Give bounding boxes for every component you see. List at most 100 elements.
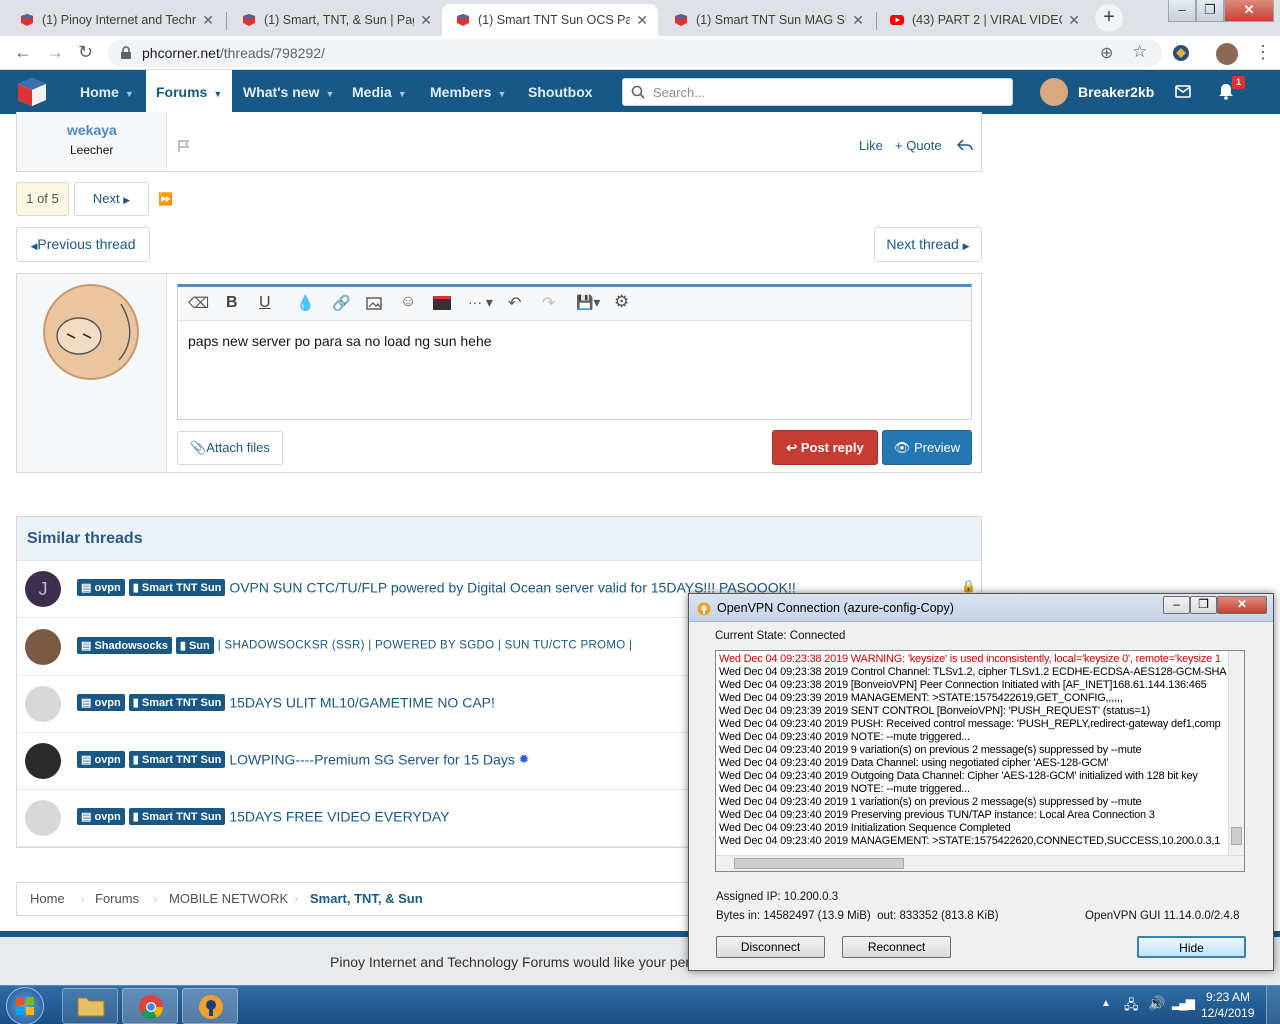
breadcrumb-mobile-network[interactable]: MOBILE NETWORK [169, 882, 288, 916]
reply-textarea[interactable]: paps new server po para sa no load ng su… [188, 333, 492, 349]
maximize-window-button[interactable]: ❐ [1190, 596, 1217, 614]
minimize-window-button[interactable]: – [1168, 0, 1196, 22]
nav-media[interactable]: Media ▼ [352, 70, 407, 114]
breadcrumb-home[interactable]: Home [30, 882, 65, 916]
disconnect-button[interactable]: Disconnect [716, 936, 825, 958]
attach-files-button[interactable]: 📎Attach files [177, 431, 283, 465]
preview-button[interactable]: 👁 Preview [882, 430, 972, 465]
search-input[interactable]: Search... [622, 78, 1013, 106]
clock-date[interactable]: 12/4/2019 [1201, 1006, 1254, 1020]
breadcrumb-current[interactable]: Smart, TNT, & Sun [310, 882, 423, 916]
thread-prefix-label[interactable]: ▮ Smart TNT Sun [128, 751, 226, 769]
add-icon[interactable]: ⊕ [1100, 43, 1113, 63]
close-tab-icon[interactable]: ✕ [852, 12, 864, 29]
close-window-button[interactable]: ✕ [1224, 0, 1274, 22]
hide-button[interactable]: Hide [1137, 936, 1246, 958]
bold-icon[interactable]: B [226, 294, 238, 312]
back-icon[interactable]: ← [14, 42, 32, 63]
show-desktop-button[interactable] [1266, 986, 1280, 1024]
volume-icon[interactable]: 🔊 [1148, 995, 1165, 1012]
close-window-button[interactable]: ✕ [1217, 596, 1267, 614]
maximize-window-button[interactable]: ❐ [1196, 0, 1224, 22]
openvpn-log[interactable]: Wed Dec 04 09:23:38 2019 WARNING: 'keysi… [715, 650, 1245, 872]
taskbar-openvpn[interactable] [182, 988, 238, 1024]
image-icon[interactable] [366, 297, 382, 310]
close-tab-icon[interactable]: ✕ [636, 12, 648, 29]
quote-link[interactable]: + Quote [895, 138, 942, 153]
thread-prefix-label[interactable]: ▮ Sun [175, 637, 214, 655]
report-flag-icon[interactable] [177, 139, 191, 153]
browser-tab[interactable]: (43) PART 2 | VIRAL VIDEO N ✕ [876, 4, 1090, 36]
thread-prefix-label[interactable]: ▮ Smart TNT Sun [128, 579, 226, 597]
next-thread-button[interactable]: Next thread ▶ [874, 227, 982, 262]
close-tab-icon[interactable]: ✕ [420, 12, 432, 29]
network-icon[interactable]: 🖧 [1124, 996, 1139, 1018]
new-tab-button[interactable]: + [1095, 4, 1123, 32]
horizontal-scrollbar[interactable] [716, 855, 1244, 871]
signal-strength-icon[interactable]: ▂▄▆ [1172, 996, 1195, 1010]
user-avatar[interactable] [1040, 78, 1068, 106]
clock-time[interactable]: 9:23 AM [1206, 990, 1250, 1004]
eraser-icon[interactable]: ⌫ [188, 294, 209, 312]
browser-tab[interactable]: (1) Smart TNT Sun MAG SU ✕ [660, 4, 874, 36]
thread-prefix-label[interactable]: ▤ ovpn [77, 579, 125, 597]
thread-title[interactable]: | SHADOWSOCKSR (SSR) | POWERED BY SGDO |… [218, 640, 633, 652]
start-button[interactable] [6, 987, 44, 1024]
more-options-icon[interactable]: ··· ▾ [468, 294, 493, 311]
reconnect-button[interactable]: Reconnect [842, 936, 951, 958]
address-bar[interactable]: phcorner.net/threads/798292/ ⊕ ☆ [108, 39, 1162, 67]
thread-title[interactable]: LOWPING----Premium SG Server for 15 Days [229, 752, 515, 768]
thread-prefix-label[interactable]: ▤ Shadowsocks [77, 637, 172, 655]
close-tab-icon[interactable]: ✕ [1068, 12, 1080, 29]
post-reply-button[interactable]: ↩ Post reply [772, 430, 878, 465]
thread-prefix-label[interactable]: ▤ ovpn [77, 694, 125, 712]
next-page-button[interactable]: Next ▶ [74, 182, 149, 216]
nav-whats-new[interactable]: What's new ▼ [243, 70, 334, 114]
breadcrumb-forums[interactable]: Forums [95, 882, 139, 916]
forward-icon[interactable]: → [46, 42, 64, 63]
save-draft-icon[interactable]: 💾▾ [576, 294, 600, 311]
settings-gear-icon[interactable]: ⚙ [614, 292, 629, 312]
scroll-thumb[interactable] [1231, 827, 1242, 845]
scroll-thumb[interactable] [734, 858, 904, 869]
extension-icon[interactable] [1172, 44, 1190, 62]
link-icon[interactable]: 🔗 [332, 294, 351, 312]
profile-avatar[interactable] [1216, 43, 1238, 65]
reply-arrow-icon[interactable] [957, 138, 973, 152]
nav-members[interactable]: Members ▼ [430, 70, 506, 114]
vertical-scrollbar[interactable] [1228, 651, 1244, 855]
undo-icon[interactable]: ↶ [508, 293, 521, 313]
reload-icon[interactable]: ↻ [78, 42, 93, 63]
thread-title[interactable]: 15DAYS ULIT ML10/GAMETIME NO CAP! [229, 695, 495, 711]
underline-icon[interactable]: U [259, 294, 271, 312]
thread-prefix-label[interactable]: ▮ Smart TNT Sun [128, 808, 226, 826]
nav-home[interactable]: Home ▼ [80, 70, 134, 114]
nav-forums[interactable]: Forums ▼ [146, 70, 233, 114]
last-page-icon[interactable]: ⏩ [158, 192, 173, 206]
minimize-window-button[interactable]: – [1163, 596, 1190, 614]
color-drop-icon[interactable]: 💧 [296, 294, 315, 312]
browser-tab[interactable]: (1) Smart, TNT, & Sun | Page ✕ [228, 4, 442, 36]
thread-prefix-label[interactable]: ▤ ovpn [77, 808, 125, 826]
redo-icon[interactable]: ↷ [542, 293, 555, 313]
phcorner-logo-icon[interactable] [16, 76, 48, 108]
gif-icon[interactable] [433, 296, 451, 310]
taskbar-explorer[interactable] [62, 988, 118, 1024]
post-author[interactable]: wekaya [67, 122, 117, 138]
browser-tab[interactable]: (1) Pinoy Internet and Techn ✕ [6, 4, 224, 36]
like-link[interactable]: Like [859, 138, 883, 153]
tray-expand-icon[interactable]: ▲ [1101, 998, 1111, 1009]
taskbar-chrome[interactable] [122, 988, 178, 1024]
close-tab-icon[interactable]: ✕ [202, 12, 214, 29]
bookmark-star-icon[interactable]: ☆ [1132, 42, 1147, 62]
nav-shoutbox[interactable]: Shoutbox [528, 70, 593, 114]
smiley-icon[interactable]: ☺ [400, 293, 416, 311]
thread-prefix-label[interactable]: ▮ Smart TNT Sun [128, 694, 226, 712]
menu-dots-icon[interactable]: ⋮ [1254, 42, 1272, 63]
previous-thread-button[interactable]: ◀Previous thread [16, 227, 150, 262]
browser-tab-active[interactable]: (1) Smart TNT Sun OCS Pane ✕ [442, 4, 658, 36]
username[interactable]: Breaker2kb [1078, 84, 1154, 100]
thread-title[interactable]: 15DAYS FREE VIDEO EVERYDAY [229, 809, 449, 825]
thread-prefix-label[interactable]: ▤ ovpn [77, 751, 125, 769]
inbox-envelope-icon[interactable] [1175, 85, 1191, 98]
